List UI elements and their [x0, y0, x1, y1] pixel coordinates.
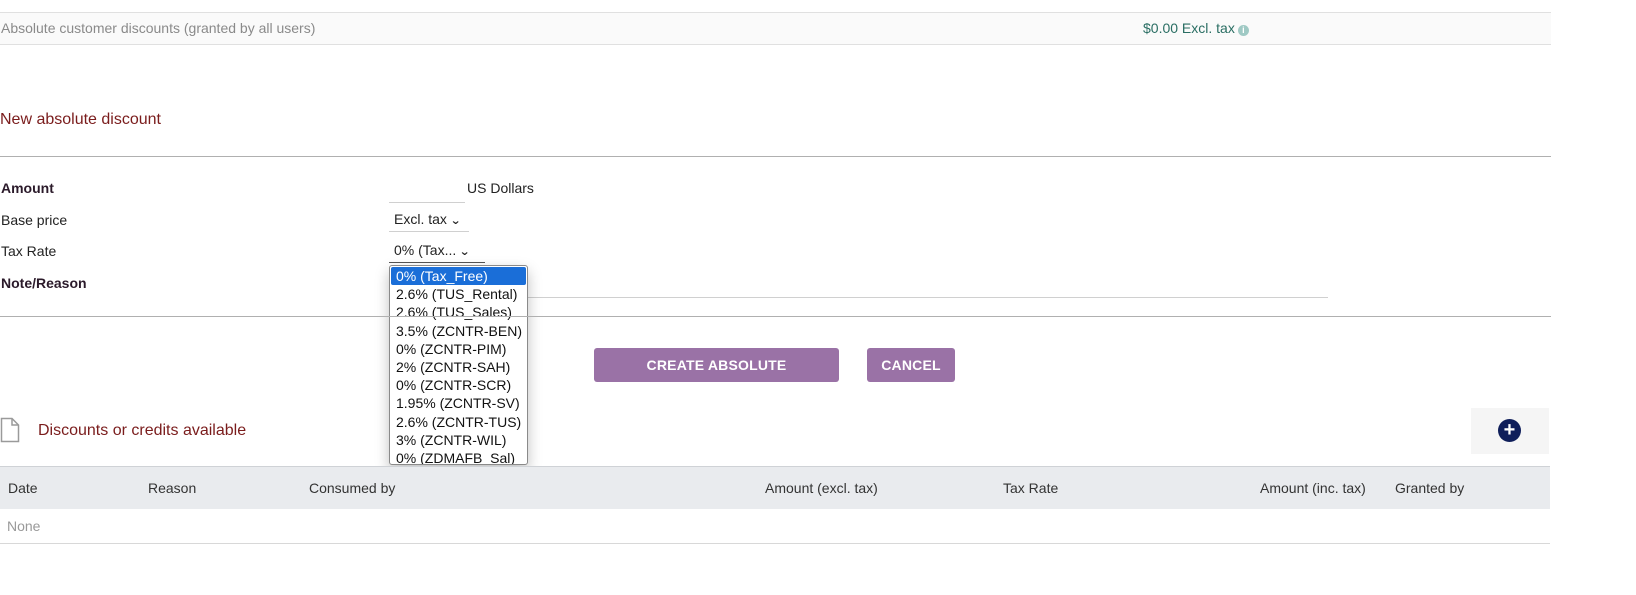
- base-price-label: Base price: [1, 212, 68, 228]
- base-price-select[interactable]: Excl. tax ⌄: [389, 208, 469, 232]
- tax-rate-select[interactable]: 0% (Tax... ⌄: [389, 239, 485, 263]
- absolute-discounts-amount: $0.00 Excl. tax: [1143, 20, 1235, 36]
- tax-rate-option[interactable]: 2.6% (TUS_Sales): [391, 303, 526, 321]
- tax-rate-selected: 0% (Tax...: [394, 242, 457, 258]
- discounts-table: Date Reason Consumed by Amount (excl. ta…: [0, 466, 1550, 544]
- column-header-consumed-by[interactable]: Consumed by: [309, 480, 395, 496]
- column-header-reason[interactable]: Reason: [148, 480, 196, 496]
- base-price-selected: Excl. tax: [394, 211, 447, 227]
- chevron-down-icon: ⌄: [459, 246, 471, 258]
- currency-label: US Dollars: [467, 180, 534, 196]
- tax-rate-dropdown: 0% (Tax_Free) 2.6% (TUS_Rental) 2.6% (TU…: [389, 265, 528, 465]
- new-discount-title: New absolute discount: [0, 111, 161, 128]
- column-header-amount-excl-tax[interactable]: Amount (excl. tax): [765, 480, 878, 496]
- divider: [0, 156, 1551, 157]
- absolute-discounts-value: $0.00 Excl. tax i: [1143, 20, 1249, 36]
- column-header-granted-by[interactable]: Granted by: [1395, 480, 1464, 496]
- column-header-amount-inc-tax[interactable]: Amount (inc. tax): [1260, 480, 1366, 496]
- cancel-button[interactable]: CANCEL: [867, 348, 955, 382]
- amount-label: Amount: [1, 180, 54, 196]
- add-discount-container: +: [1471, 408, 1549, 454]
- column-header-tax-rate[interactable]: Tax Rate: [1003, 480, 1058, 496]
- tax-rate-label: Tax Rate: [1, 243, 57, 259]
- tax-rate-option[interactable]: 1.95% (ZCNTR-SV): [391, 394, 526, 412]
- note-label: Note/Reason: [1, 275, 87, 291]
- note-input[interactable]: [524, 273, 1328, 298]
- document-icon: [0, 417, 20, 443]
- tax-rate-option[interactable]: 3.5% (ZCNTR-BEN): [391, 322, 526, 340]
- tax-rate-option[interactable]: 3% (ZCNTR-WIL): [391, 431, 526, 449]
- tax-rate-option[interactable]: 0% (ZCNTR-SCR): [391, 376, 526, 394]
- tax-rate-option[interactable]: 2.6% (TUS_Rental): [391, 285, 526, 303]
- absolute-discounts-label: Absolute customer discounts (granted by …: [1, 20, 316, 36]
- discounts-available-title: Discounts or credits available: [38, 422, 247, 439]
- divider: [0, 316, 1551, 317]
- info-icon[interactable]: i: [1237, 25, 1249, 36]
- tax-rate-option[interactable]: 0% (ZCNTR-PIM): [391, 340, 526, 358]
- tax-rate-option[interactable]: 2% (ZCNTR-SAH): [391, 358, 526, 376]
- table-row: None: [0, 509, 1550, 544]
- column-header-date[interactable]: Date: [8, 480, 38, 496]
- table-header: Date Reason Consumed by Amount (excl. ta…: [0, 466, 1550, 509]
- tax-rate-option[interactable]: 0% (Tax_Free): [391, 267, 526, 286]
- empty-table-text: None: [7, 518, 41, 534]
- tax-rate-option[interactable]: 2.6% (ZCNTR-TUS): [391, 413, 526, 431]
- chevron-down-icon: ⌄: [449, 215, 462, 227]
- add-circle-icon[interactable]: +: [1498, 419, 1521, 442]
- amount-input[interactable]: [389, 176, 465, 203]
- absolute-discounts-row: Absolute customer discounts (granted by …: [0, 12, 1551, 45]
- create-absolute-discount-button[interactable]: CREATE ABSOLUTE DISCOUNT: [594, 348, 839, 407]
- tax-rate-option[interactable]: 0% (ZDMAFB_Sal): [391, 449, 526, 464]
